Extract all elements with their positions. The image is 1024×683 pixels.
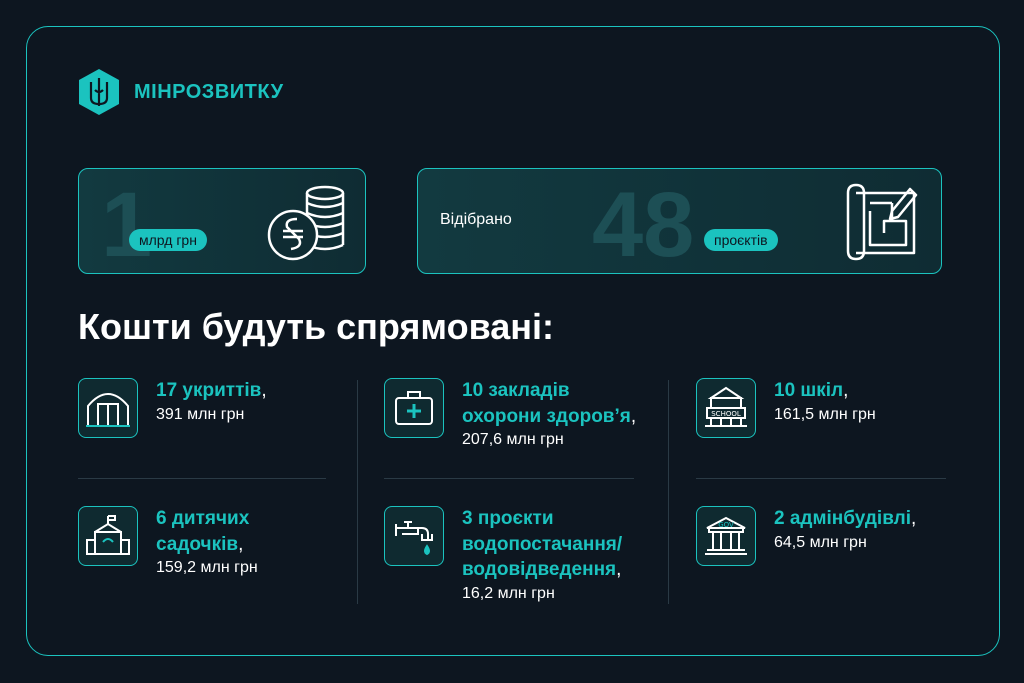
item-title-line: охорони здоров’я — [462, 405, 631, 427]
list-item-healthcare: 10 закладів охорони здоров’я, 207,6 млн … — [384, 378, 636, 451]
shelter-icon — [78, 378, 138, 438]
item-title-line: водовідведення — [462, 559, 617, 581]
list-item-schools: SCHOOL 10 шкіл, 161,5 млн грн — [696, 378, 876, 438]
item-title-line: 10 закладів — [462, 380, 570, 401]
school-icon: SCHOOL — [696, 378, 756, 438]
item-title-line: садочків — [156, 533, 239, 555]
item-title-line: водопостачання/ — [462, 533, 623, 555]
projects-card: Відібрано 48 проєктів — [417, 168, 942, 274]
item-comma: , — [910, 508, 917, 529]
item-amount: 161,5 млн грн — [774, 405, 876, 423]
coins-hryvnia-icon — [267, 185, 345, 261]
svg-text:SCHOOL: SCHOOL — [711, 410, 741, 418]
brand-logo: МІНРОЗВИТКУ — [76, 68, 284, 116]
divider — [78, 478, 326, 479]
item-amount: 16,2 млн грн — [462, 584, 555, 602]
item-title-line: 6 дитячих — [156, 508, 250, 529]
list-item-kindergartens: 6 дитячих садочків, 159,2 млн грн — [78, 506, 258, 579]
item-title: 17 укриттів — [156, 380, 262, 401]
item-amount: 64,5 млн грн — [774, 533, 867, 551]
svg-text:GOV: GOV — [718, 521, 734, 529]
funding-number: 1 — [101, 174, 153, 276]
projects-number: 48 — [592, 174, 695, 276]
item-comma: , — [843, 380, 849, 401]
blueprint-icon — [846, 183, 918, 261]
funding-card: 1 млрд грн — [78, 168, 366, 274]
item-amount: 159,2 млн грн — [156, 559, 258, 577]
water-tap-icon — [384, 506, 444, 566]
divider — [384, 478, 634, 479]
gov-building-icon: GOV — [696, 506, 756, 566]
item-comma: , — [238, 533, 244, 555]
divider — [668, 380, 669, 604]
item-title: 2 адмінбудівлі — [774, 508, 911, 529]
item-comma: , — [616, 559, 622, 581]
item-comma: , — [630, 405, 637, 427]
item-comma: , — [261, 380, 267, 401]
item-amount: 207,6 млн грн — [462, 431, 564, 449]
section-heading: Кошти будуть спрямовані: — [78, 306, 554, 347]
list-item-admin-buildings: GOV 2 адмінбудівлі, 64,5 млн грн — [696, 506, 916, 566]
funding-unit: млрд грн — [129, 229, 207, 251]
list-item-water: 3 проєкти водопостачання/ водовідведення… — [384, 506, 622, 605]
list-item-shelters: 17 укриттів, 391 млн грн — [78, 378, 267, 438]
projects-label: Відібрано — [440, 211, 512, 228]
projects-unit: проєктів — [704, 229, 778, 251]
first-aid-kit-icon — [384, 378, 444, 438]
trident-emblem-icon — [79, 69, 119, 115]
kindergarten-icon — [78, 506, 138, 566]
item-title-line: 3 проєкти — [462, 508, 554, 529]
item-title: 10 шкіл — [774, 380, 844, 401]
divider — [696, 478, 946, 479]
divider — [357, 380, 358, 604]
item-amount: 391 млн грн — [156, 405, 245, 423]
brand-name: МІНРОЗВИТКУ — [134, 80, 284, 103]
